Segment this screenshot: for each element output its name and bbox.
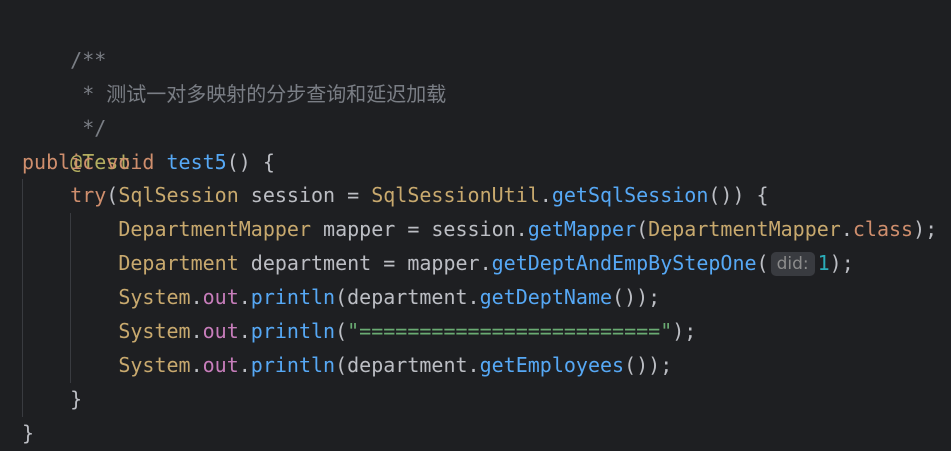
indent-guide — [22, 281, 23, 316]
out-field: out — [202, 352, 239, 377]
close-brace: } — [70, 386, 83, 411]
system-class: System — [118, 285, 191, 310]
indent-guide — [22, 247, 23, 282]
indent-guide — [22, 315, 23, 349]
indent-guide — [22, 348, 23, 383]
indent-guide — [70, 315, 71, 349]
indent-guide — [70, 213, 71, 248]
getdeptandempbystepone-call: getDeptAndEmpByStepOne — [491, 251, 757, 276]
code-line-get-mapper: DepartmentMapper mapper = session.getMap… — [0, 213, 951, 248]
public-keyword: public — [22, 149, 95, 174]
println-call: println — [250, 352, 336, 377]
try-keyword: try — [70, 183, 107, 208]
void-keyword: void — [106, 149, 155, 174]
class-keyword: class — [852, 217, 914, 242]
out-field: out — [202, 285, 239, 310]
code-line-print-separator: System.out.println("====================… — [0, 315, 951, 349]
indent-guide — [22, 382, 23, 417]
println-call: println — [250, 319, 336, 344]
system-class: System — [118, 319, 191, 344]
indent-guide — [22, 179, 23, 214]
indent-guide — [70, 247, 71, 282]
indent-guide — [70, 281, 71, 316]
getmapper-call: getMapper — [527, 217, 637, 242]
separator-string: "=========================" — [347, 319, 673, 344]
parameter-hint: did: — [770, 252, 815, 277]
code-line-get-dept: Department department = mapper.getDeptAn… — [0, 247, 951, 282]
method-signature-rest: () { — [226, 149, 275, 174]
getemployees-call: getEmployees — [479, 352, 625, 377]
getdeptname-call: getDeptName — [479, 285, 613, 310]
indent-guide — [70, 348, 71, 383]
code-editor[interactable]: /** * 测试一对多映射的分步查询和延迟加载 */ @Test public … — [0, 0, 951, 445]
println-call: println — [250, 285, 336, 310]
dept-id-literal: 1 — [817, 251, 830, 276]
close-brace: } — [22, 420, 35, 445]
sqlsession-type: SqlSession — [118, 183, 239, 208]
code-line-method-declaration: public void test5() { — [0, 146, 951, 180]
system-class: System — [118, 352, 191, 377]
code-line-print-dept-name: System.out.println(department.getDeptNam… — [0, 281, 951, 316]
code-line-print-employees: System.out.println(department.getEmploye… — [0, 348, 951, 383]
code-line-close-try: } — [0, 382, 951, 417]
code-line-close-method: } — [0, 417, 951, 451]
out-field: out — [202, 319, 239, 344]
code-line-annotation: @Test — [0, 112, 951, 174]
indent-guide — [22, 213, 23, 248]
method-name: test5 — [166, 149, 227, 174]
departmentmapper-type: DepartmentMapper — [118, 217, 311, 242]
department-type: Department — [118, 251, 239, 276]
getsqlsession-call: getSqlSession — [551, 183, 709, 208]
code-line-comment-close: */ — [0, 78, 951, 140]
code-line-comment-body: * 测试一对多映射的分步查询和延迟加载 — [0, 44, 951, 106]
sqlsessionutil-class: SqlSessionUtil — [371, 183, 540, 208]
code-line-comment-open: /** — [0, 10, 951, 72]
departmentmapper-class-arg: DepartmentMapper — [648, 217, 841, 242]
code-line-try: try(SqlSession session = SqlSessionUtil.… — [0, 179, 951, 214]
